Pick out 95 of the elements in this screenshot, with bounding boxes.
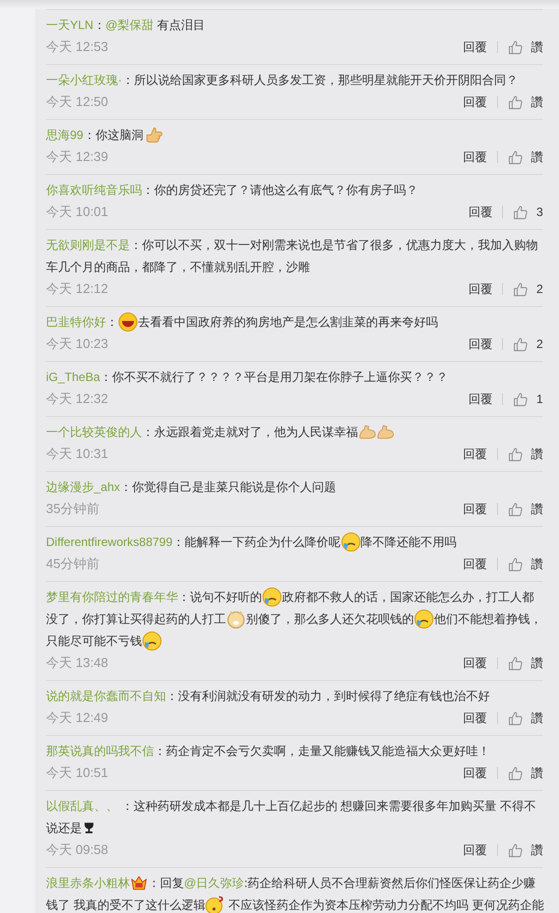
reply-link[interactable]: 回覆 [463,443,487,465]
confused-emoji-icon [205,895,226,913]
crying-emoji-icon [262,587,282,607]
reply-link[interactable]: 回覆 [468,333,492,355]
reply-link[interactable]: 回覆 [468,278,492,300]
comment-time: 45分钟前 [46,555,100,573]
like-button[interactable]: 讚 [508,498,543,520]
reply-link[interactable]: 回覆 [468,201,492,223]
reply-link[interactable]: 回覆 [463,146,487,168]
comment-time: 今天 10:23 [46,335,108,353]
thumbs-up-icon [508,656,523,670]
thumbs-up-icon [508,556,523,572]
comment-text: 政府都不救人的话，国家还能怎么办，打工人都 [282,589,534,606]
reply-link[interactable]: 回覆 [463,762,487,784]
reply-link[interactable]: 回覆 [468,388,492,410]
flexed-arm-icon [358,423,376,441]
like-button[interactable]: 2 [513,333,543,355]
like-button[interactable]: 讚 [508,553,543,575]
comment-text: 钱了 我真的受不了这什么逻辑 [46,897,206,913]
comment-text: ：永远跟着党走就对了，他为人民谋幸福 [142,424,358,441]
comment-text: ：你这脑洞 [83,127,144,144]
comment-time: 今天 10:01 [46,203,108,221]
reply-link[interactable]: 回覆 [463,652,487,674]
comment-time: 今天 10:31 [46,445,108,463]
like-button[interactable]: 3 [513,201,543,223]
comment-text: 有点泪目 [156,17,205,34]
comment-text: ：所以说给国家更多科研人员多发工资，那些明星就能开天价开阴阳合同？ [122,72,518,89]
thumbs-up-icon [508,150,523,164]
comment-text: ：你的房贷还完了？请他这么有底气？你有房子吗？ [142,182,418,199]
thumbs-up-icon [513,282,528,296]
comment-text: 别傻了，那么多人还欠花呗钱的 [246,611,414,628]
comment-text: ：药企肯定不会亏欠卖啊，走量又能赚钱又能造福大众更好哇！ [154,743,490,760]
comment-text: 只能尽可能不亏钱 [46,633,142,650]
like-button[interactable]: 讚 [508,839,543,861]
like-button[interactable]: 2 [513,278,543,300]
comment-text: ： [106,314,118,331]
thumbs-up-icon [513,392,528,406]
comment-text: ：能解释一下药企为什么降价呢 [172,534,341,551]
like-button[interactable]: 讚 [508,146,543,168]
thumbs-up-icon [513,336,528,352]
comment-time: 今天 10:51 [46,764,108,782]
reply-link[interactable]: 回覆 [463,553,487,575]
comment-time: 今天 12:53 [46,38,108,56]
laughing-emoji-icon [118,312,138,332]
comment-text: 说还是 [46,820,82,837]
like-button[interactable]: 讚 [508,36,543,58]
reply-link[interactable]: 回覆 [463,498,487,520]
comment-text: 不应该怪药企作为资本压榨劳动力分配不均吗 更何况药企能 [228,897,544,913]
thumbs-up-icon [508,502,523,516]
crying-emoji-icon [142,631,162,651]
thumbs-up-icon [508,710,523,726]
comment-text: ：这种药研发成本都是几十上百亿起步的 想赚回来需要很多年加购买量 不得不 [120,798,536,815]
trophy-icon [82,821,96,835]
like-button[interactable]: 讚 [508,652,543,674]
flexed-arm-icon [376,423,394,441]
comment-time: 今天 12:50 [46,93,108,111]
comment-time: 今天 12:12 [46,280,108,298]
comment-time: 今天 13:48 [46,654,108,672]
like-button[interactable]: 讚 [508,443,543,465]
comment-time: 今天 12:49 [46,709,108,727]
comment-text: ：你觉得自己是韭菜只能说是你个人问题 [120,479,336,496]
reply-link[interactable]: 回覆 [463,839,487,861]
comment-text: 他们不能想着挣钱， [434,611,542,628]
thumbs-up-icon [508,94,523,110]
comment-text: 降不降还能不用吗 [360,534,457,551]
like-button[interactable]: 讚 [508,707,543,729]
comment-text: :药企给科研人员不合理薪资然后你们怪医保让药企少赚 [244,875,536,892]
comment-text: 车几个月的商品，都降了，不懂就别乱开腔，沙雕 [46,259,310,276]
comment-time: 35分钟前 [46,500,100,518]
crying-emoji-icon [340,532,361,552]
comment-text: ：没有利润就没有研发的动力，到时候得了绝症有钱也治不好 [166,688,490,705]
thumbs-up-icon [508,446,523,462]
comment-text: ：说句不好听的 [178,589,262,606]
thumbs-up-icon [513,204,528,220]
thumbs-up-icon [508,766,523,780]
like-button[interactable]: 1 [513,388,543,410]
like-button[interactable]: 讚 [508,91,543,113]
comment-text: ： [93,17,106,34]
like-button[interactable]: 讚 [508,762,543,784]
thumbs-up-icon [508,842,523,858]
comment-time: 今天 12:39 [46,148,108,166]
reply-link[interactable]: 回覆 [463,707,487,729]
comment-text: 去看看中国政府养的狗房地产是怎么割韭菜的再来夸好吗 [138,314,438,331]
thumbs-up-icon [508,40,523,54]
comment-text: 没了，你打算让买得起药的人打工 [46,611,226,628]
comment-text: ：回复 [148,875,184,892]
comment-text: ：你不买不就行了？？？？平台是用刀架在你脖子上逼你买？？？ [100,369,448,386]
reply-link[interactable]: 回覆 [463,36,487,58]
comment-time: 今天 12:32 [46,390,108,408]
comment-text: ：你可以不买，双十一对刚需来说也是节省了很多，优惠力度大，我加入购物 [130,237,538,254]
crown-icon [130,874,148,892]
comment-time: 今天 09:58 [46,841,108,859]
dog-face-icon [226,609,246,629]
crying-emoji-icon [414,609,434,629]
reply-link[interactable]: 回覆 [463,91,487,113]
